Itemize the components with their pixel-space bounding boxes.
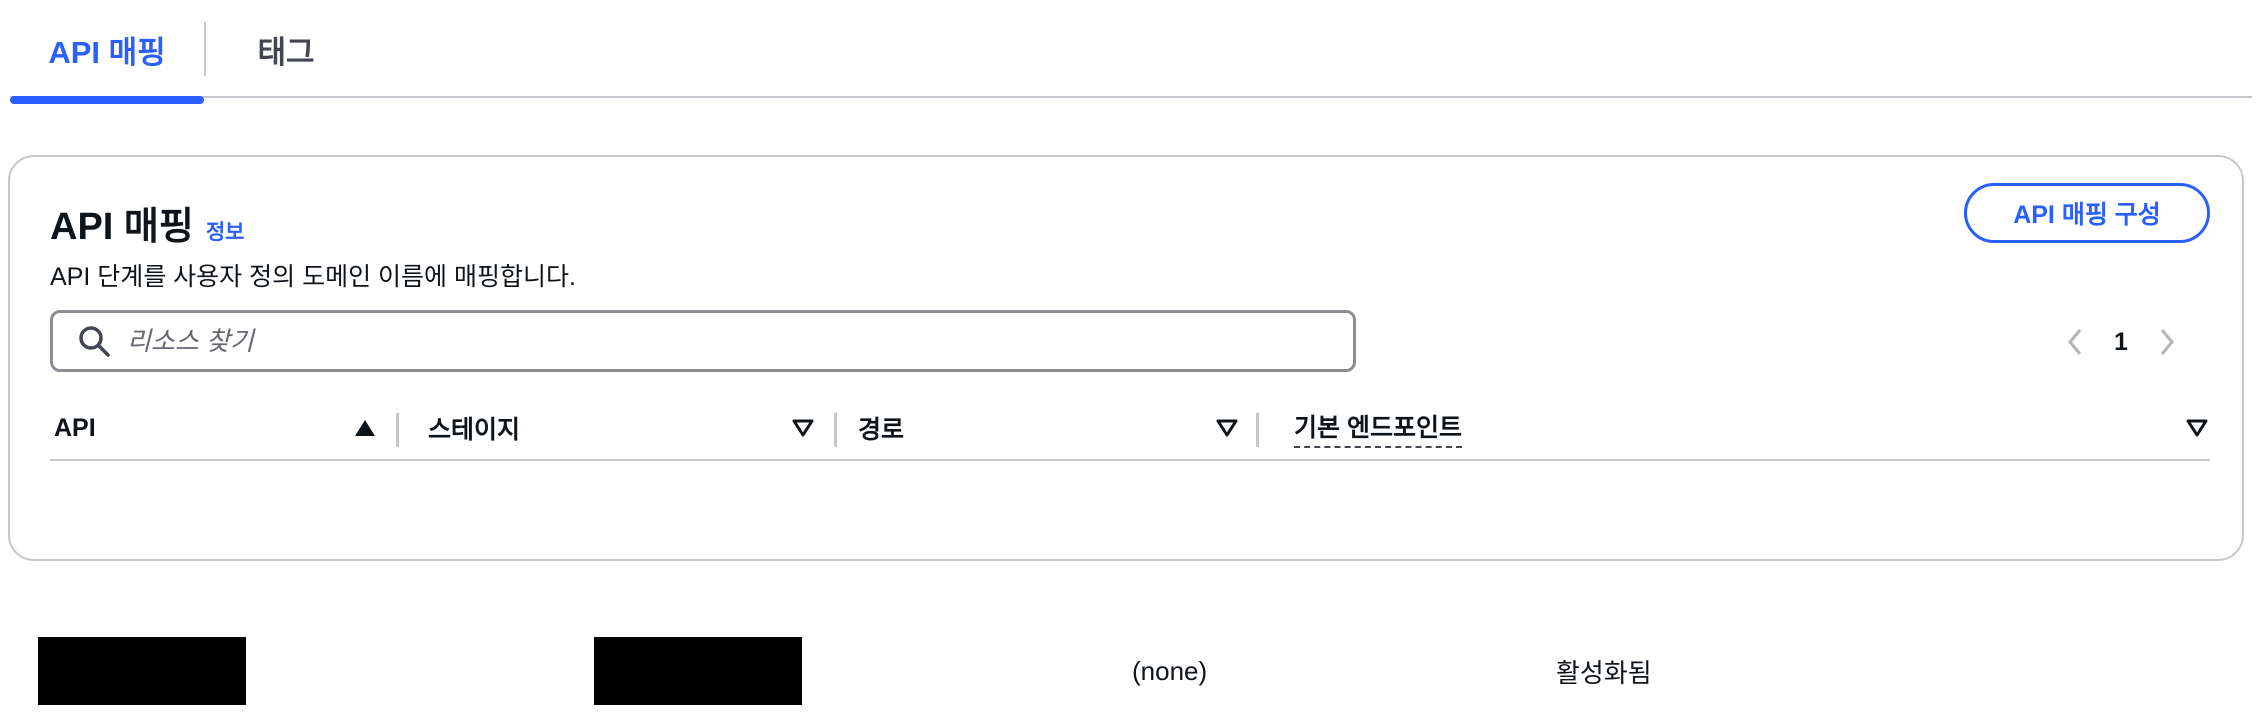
search-input[interactable] — [125, 324, 1309, 358]
sort-icon — [792, 419, 814, 437]
path-cell: (none) — [1132, 655, 1208, 686]
tab-api-mappings[interactable]: API 매핑 — [10, 0, 204, 104]
tab-tags-label: 태그 — [257, 34, 315, 70]
column-header-stage[interactable]: 스테이지 — [424, 397, 816, 459]
column-header-default-endpoint[interactable]: 기본 엔드포인트 — [1290, 397, 2210, 459]
chevron-right-icon — [2160, 329, 2174, 355]
page-number-button[interactable]: 1 — [2090, 328, 2152, 357]
search-box[interactable] — [50, 310, 1356, 372]
column-header-api[interactable]: API — [50, 397, 378, 459]
pagination: 1 — [2060, 320, 2182, 364]
next-page-button[interactable] — [2152, 322, 2182, 362]
column-header-path[interactable]: 경로 — [854, 397, 1240, 459]
tab-api-mappings-label: API 매핑 — [48, 34, 166, 70]
sort-icon — [2186, 419, 2208, 437]
api-mappings-panel: API 매핑 정보 API 단계를 사용자 정의 도메인 이름에 매핑합니다. … — [8, 155, 2246, 705]
redacted-stage-cell — [594, 637, 802, 705]
tab-bar: API 매핑 태그 — [10, 0, 2252, 104]
panel-header: API 매핑 정보 — [50, 195, 244, 250]
sort-ascending-icon — [355, 420, 375, 436]
column-header-path-label: 경로 — [858, 416, 905, 444]
chevron-left-icon — [2068, 329, 2082, 355]
active-tab-indicator — [10, 96, 204, 104]
column-header-api-label: API — [54, 413, 96, 442]
info-link[interactable]: 정보 — [206, 216, 245, 246]
column-header-default-endpoint-label: 기본 엔드포인트 — [1294, 408, 1462, 448]
column-header-stage-label: 스테이지 — [428, 416, 521, 444]
column-resizer[interactable] — [396, 413, 399, 447]
column-resizer[interactable] — [1256, 413, 1259, 447]
default-endpoint-cell: 활성화됨 — [1556, 657, 1652, 688]
column-resizer[interactable] — [834, 413, 837, 447]
configure-api-mappings-button[interactable]: API 매핑 구성 — [1964, 183, 2210, 243]
table-row: (none) 활성화됨 — [10, 461, 2246, 705]
panel-title: API 매핑 — [50, 206, 194, 248]
redacted-api-cell — [38, 637, 246, 705]
previous-page-button[interactable] — [2060, 322, 2090, 362]
search-icon — [79, 326, 110, 357]
sort-icon — [1216, 419, 1238, 437]
table-header: API 스테이지 경로 기본 엔드포인트 — [50, 397, 2210, 461]
panel-description: API 단계를 사용자 정의 도메인 이름에 매핑합니다. — [50, 263, 576, 291]
tab-tags[interactable]: 태그 — [206, 0, 366, 98]
